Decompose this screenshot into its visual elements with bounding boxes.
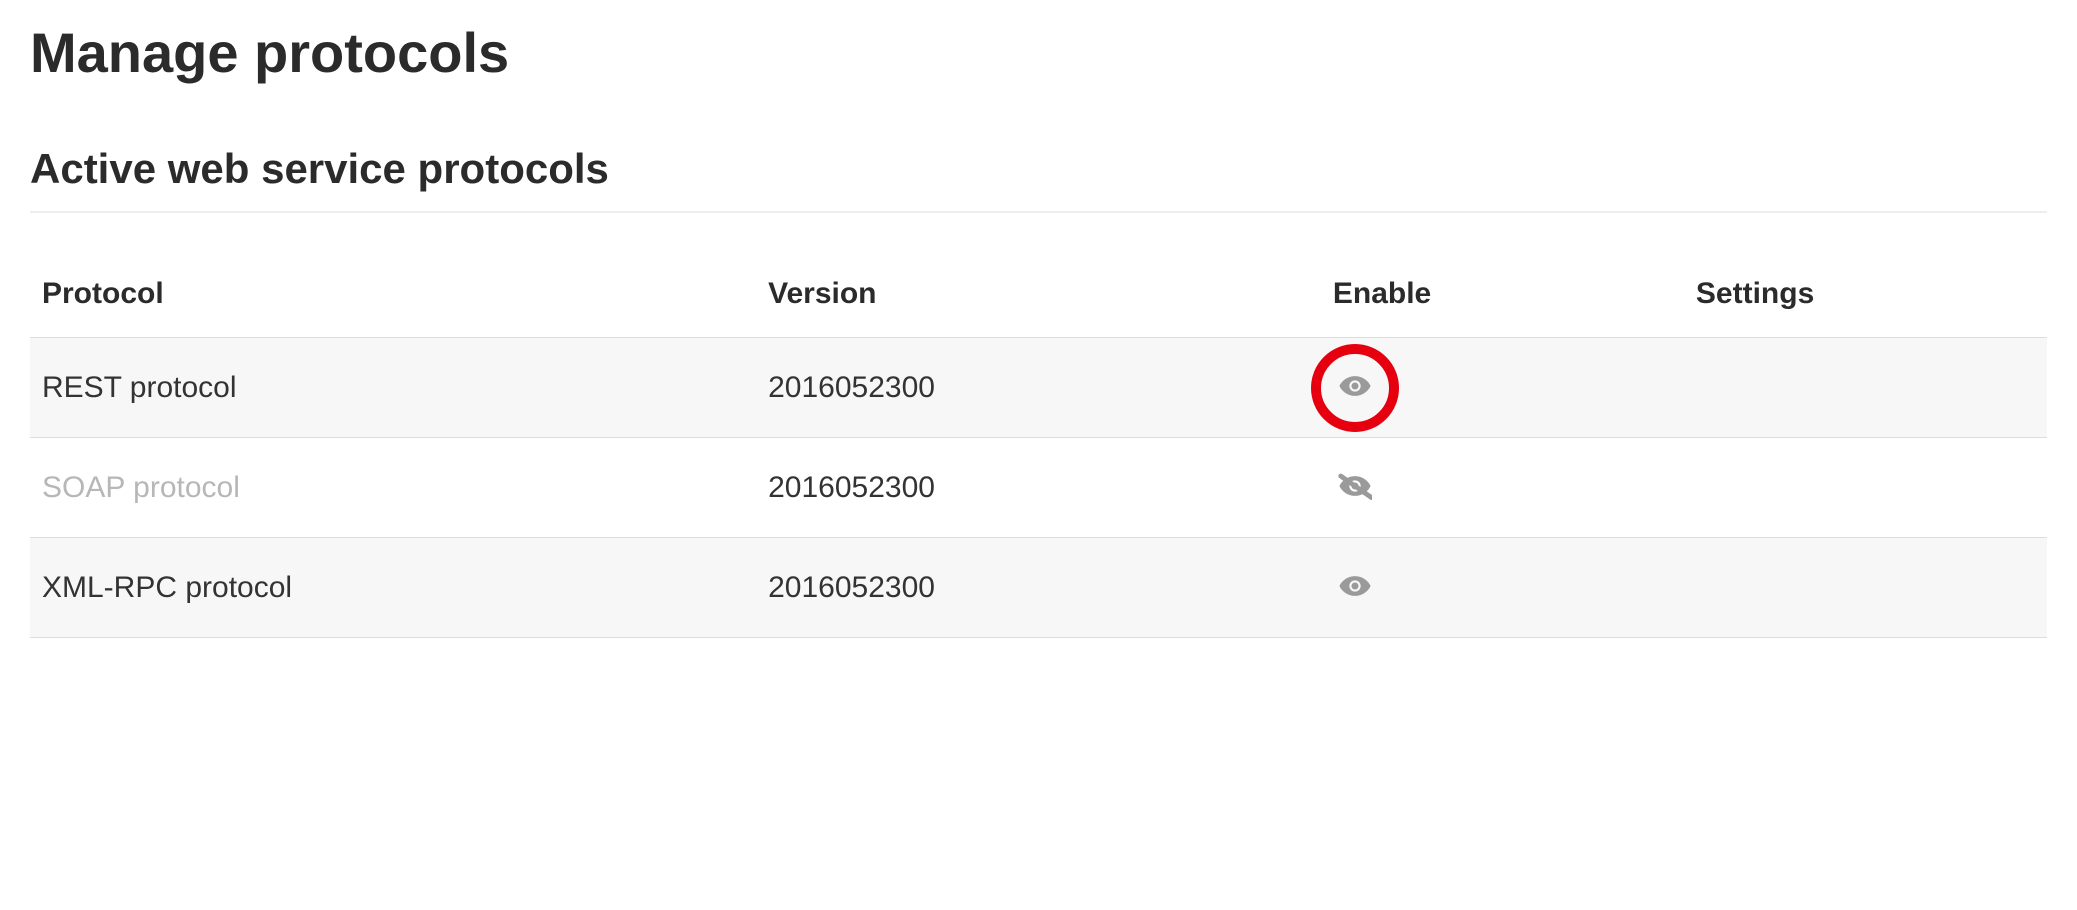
section-divider: [30, 211, 2047, 213]
table-row: REST protocol 2016052300: [30, 338, 2047, 438]
enable-cell: [1321, 338, 1684, 438]
eye-icon: [1338, 569, 1372, 603]
enable-toggle[interactable]: [1333, 564, 1377, 608]
protocol-version: 2016052300: [756, 338, 1321, 438]
protocol-name: SOAP protocol: [30, 438, 756, 538]
enable-toggle[interactable]: [1333, 464, 1377, 508]
enable-cell: [1321, 538, 1684, 638]
enable-toggle[interactable]: [1333, 364, 1377, 408]
settings-cell: [1684, 538, 2047, 638]
protocols-table: Protocol Version Enable Settings REST pr…: [30, 263, 2047, 638]
table-row: XML-RPC protocol 2016052300: [30, 538, 2047, 638]
protocol-name: REST protocol: [30, 338, 756, 438]
col-header-enable: Enable: [1321, 263, 1684, 338]
protocol-name: XML-RPC protocol: [30, 538, 756, 638]
settings-cell: [1684, 438, 2047, 538]
eye-slash-icon: [1338, 469, 1372, 503]
col-header-version: Version: [756, 263, 1321, 338]
settings-cell: [1684, 338, 2047, 438]
table-header-row: Protocol Version Enable Settings: [30, 263, 2047, 338]
table-row: SOAP protocol 2016052300: [30, 438, 2047, 538]
eye-icon: [1338, 369, 1372, 403]
page-title: Manage protocols: [30, 20, 2047, 85]
protocol-version: 2016052300: [756, 538, 1321, 638]
col-header-protocol: Protocol: [30, 263, 756, 338]
section-title: Active web service protocols: [30, 145, 2047, 193]
col-header-settings: Settings: [1684, 263, 2047, 338]
enable-cell: [1321, 438, 1684, 538]
protocol-version: 2016052300: [756, 438, 1321, 538]
